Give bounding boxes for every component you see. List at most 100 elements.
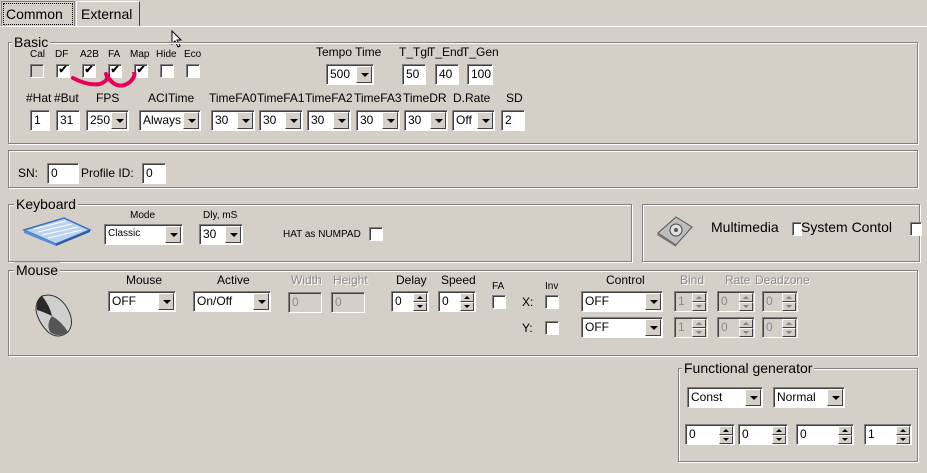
x-deadzone-spinner[interactable]: 0 (762, 291, 798, 312)
spin-up-icon[interactable] (739, 293, 753, 302)
generator-wave-select[interactable]: Const (687, 387, 763, 408)
spin-up-icon[interactable] (838, 426, 852, 435)
eco-checkbox[interactable] (186, 64, 200, 78)
spin-down-icon[interactable] (782, 302, 796, 311)
spin-up-icon[interactable] (896, 426, 910, 435)
keyboard-mode-select[interactable]: Classic (104, 224, 183, 245)
hide-checkbox[interactable] (160, 64, 174, 78)
hat-input[interactable]: 1 (30, 110, 50, 131)
mouse-fa-checkbox[interactable] (492, 295, 506, 309)
spin-down-icon[interactable] (460, 302, 474, 311)
delay-header: Delay (396, 273, 427, 287)
timedr-select[interactable]: 30 (404, 110, 448, 131)
mouse-mode-select[interactable]: OFF (108, 291, 176, 312)
bind-header: Bind (680, 273, 705, 287)
spin-down-icon[interactable] (739, 328, 753, 337)
spin-down-icon[interactable] (772, 435, 786, 444)
spin-down-icon[interactable] (782, 328, 796, 337)
system-control-checkbox[interactable] (910, 222, 922, 236)
timefa0-select[interactable]: 30 (211, 110, 255, 131)
spin-up-icon[interactable] (460, 293, 474, 302)
height-input[interactable]: 0 (331, 292, 365, 313)
spin-up-icon[interactable] (719, 426, 733, 435)
rate-header: Rate (725, 273, 751, 287)
t-tgl-input[interactable]: 50 (402, 64, 426, 85)
timefa3-select[interactable]: 30 (356, 110, 400, 131)
spin-down-icon[interactable] (719, 435, 733, 444)
tempo-time-select[interactable]: 500 (326, 64, 374, 85)
t-end-input[interactable]: 40 (435, 64, 459, 85)
spin-down-icon[interactable] (413, 302, 427, 311)
spin-up-icon[interactable] (692, 293, 706, 302)
y-inv-checkbox[interactable] (545, 321, 559, 335)
x-rate-spinner[interactable]: 0 (717, 291, 755, 312)
timefa1-select[interactable]: 30 (259, 110, 303, 131)
y-control-select[interactable]: OFF (581, 317, 663, 338)
spin-up-icon[interactable] (782, 293, 796, 302)
generator-spinner-1[interactable]: 0 (685, 424, 735, 445)
control-header: Control (606, 273, 645, 287)
x-bind-spinner[interactable]: 1 (674, 291, 708, 312)
generator-spinner-4[interactable]: 1 (864, 424, 912, 445)
t-tgl-label: T_Tgl (399, 45, 430, 59)
y-rate-spinner[interactable]: 0 (717, 317, 755, 338)
cal-checkbox[interactable] (30, 64, 44, 78)
tab-common[interactable]: Common (1, 1, 75, 27)
sd-input[interactable]: 2 (501, 110, 525, 131)
timedr-label: TimeDR (403, 91, 447, 105)
delay-spinner[interactable]: 0 (391, 291, 429, 312)
eco-label: Eco (184, 49, 202, 60)
spin-up-icon[interactable] (739, 319, 753, 328)
keyboard-dly-select[interactable]: 30 (199, 224, 243, 245)
t-gen-input[interactable]: 100 (467, 64, 493, 85)
chevron-down-icon (477, 112, 493, 129)
spin-down-icon[interactable] (692, 328, 706, 337)
acitime-label: ACITime (148, 91, 195, 105)
mouse-icon (35, 294, 72, 337)
profile-id-label: Profile ID: (81, 166, 134, 180)
chevron-down-icon (356, 66, 372, 83)
y-bind-spinner[interactable]: 1 (674, 317, 708, 338)
a2b-label: A2B (80, 49, 99, 60)
df-checkbox[interactable]: ✔ (56, 64, 70, 78)
chevron-down-icon (158, 293, 174, 310)
sn-input[interactable]: 0 (47, 163, 79, 184)
but-input[interactable]: 31 (56, 110, 80, 131)
y-deadzone-spinner[interactable]: 0 (762, 317, 798, 338)
fps-select[interactable]: 250 (86, 110, 129, 131)
chevron-down-icon (237, 112, 253, 129)
acitime-select[interactable]: Always (139, 110, 201, 131)
x-control-select[interactable]: OFF (581, 291, 663, 312)
chevron-down-icon (165, 226, 181, 243)
hat-label: #Hat (26, 91, 52, 105)
timefa2-select[interactable]: 30 (307, 110, 351, 131)
profile-id-input[interactable]: 0 (142, 163, 166, 184)
chevron-down-icon (285, 112, 301, 129)
generator-spinner-3[interactable]: 0 (796, 424, 854, 445)
t-end-label: T_End (428, 45, 464, 59)
hat-numpad-checkbox[interactable] (369, 227, 383, 241)
spin-down-icon[interactable] (838, 435, 852, 444)
timefa2-label: TimeFA2 (305, 91, 353, 105)
drate-select[interactable]: Off (452, 110, 495, 131)
tab-divider (0, 26, 927, 28)
functional-generator-group (678, 368, 918, 462)
spin-up-icon[interactable] (782, 319, 796, 328)
spin-up-icon[interactable] (692, 319, 706, 328)
speed-spinner[interactable]: 0 (438, 291, 476, 312)
timefa0-label: TimeFA0 (209, 91, 257, 105)
spin-down-icon[interactable] (739, 302, 753, 311)
keyboard-dly-label: Dly, mS (203, 210, 238, 221)
active-select[interactable]: On/Off (193, 291, 271, 312)
spin-down-icon[interactable] (896, 435, 910, 444)
generator-mode-select[interactable]: Normal (773, 387, 845, 408)
spin-up-icon[interactable] (413, 293, 427, 302)
x-inv-checkbox[interactable] (545, 295, 559, 309)
sn-label: SN: (18, 166, 39, 180)
spin-down-icon[interactable] (692, 302, 706, 311)
width-input[interactable]: 0 (288, 292, 322, 313)
keyboard-legend: Keyboard (14, 196, 78, 212)
spin-up-icon[interactable] (772, 426, 786, 435)
tab-external[interactable]: External (76, 1, 140, 27)
generator-spinner-2[interactable]: 0 (738, 424, 788, 445)
